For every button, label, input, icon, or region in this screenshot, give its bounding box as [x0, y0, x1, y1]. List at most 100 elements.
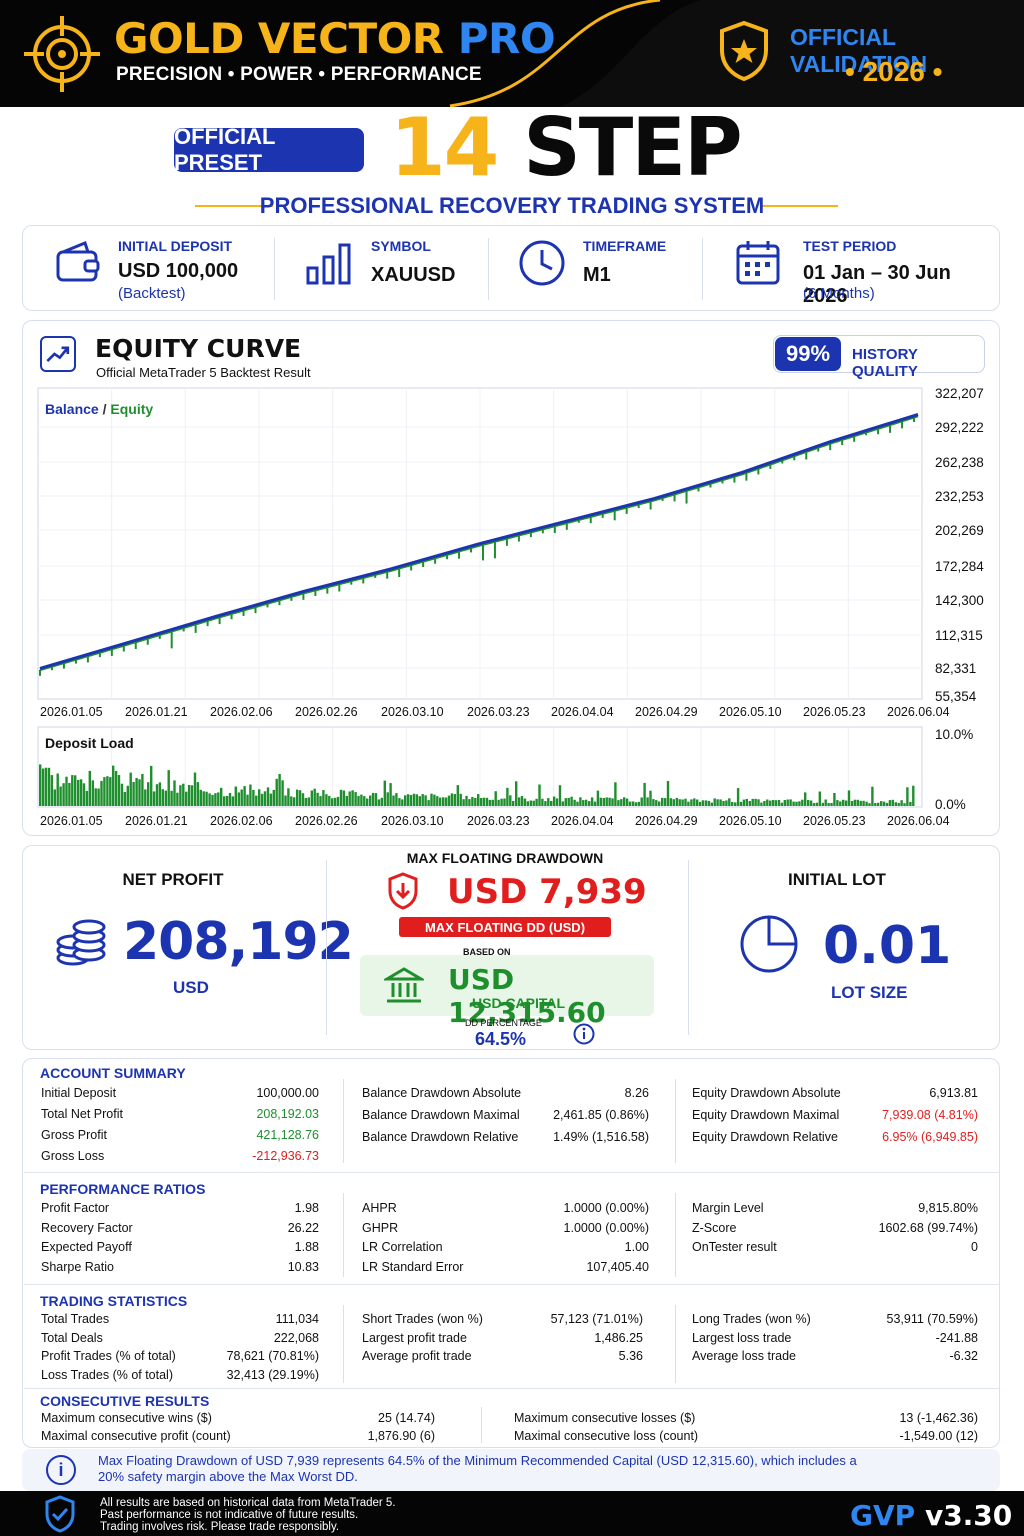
deposit-load-bar: [620, 799, 623, 806]
deposit-load-bar: [392, 795, 395, 806]
deposit-load-bar: [903, 803, 906, 806]
info-icon[interactable]: [573, 1023, 595, 1045]
deposit-load-bar: [722, 801, 725, 806]
deposit-load-bar: [909, 801, 912, 806]
stat-label: Loss Trades (% of total): [41, 1367, 174, 1382]
deposit-load-bar: [698, 801, 702, 806]
deposit-load-bar: [71, 775, 74, 806]
stat-value: 13 (-1,462.36): [899, 1411, 978, 1425]
deposit-load-bar: [684, 798, 687, 806]
stat-row: LR Correlation 1.00: [362, 1240, 649, 1256]
deposit-load-bar: [155, 784, 159, 806]
y-tick-label: 172,284: [935, 559, 984, 574]
deposit-load-bar: [316, 792, 319, 806]
stat-value: 2,461.85 (0.86%): [553, 1108, 649, 1122]
x-tick-label: 2026.06.04: [887, 814, 950, 828]
deposit-load-bar: [53, 789, 56, 806]
stat-row: Gross Loss -212,936.73: [41, 1149, 319, 1165]
stat-value: 57,123 (71.01%): [550, 1312, 643, 1326]
metrics-divider: [688, 860, 689, 1035]
key-metrics-panel: NET PROFIT 208,192 USD MAX FLOATING DRAW…: [22, 845, 1000, 1050]
deposit-load-bar: [39, 764, 42, 806]
deposit-load-bar: [526, 801, 529, 806]
deposit-load-bar: [386, 792, 389, 806]
deposit-load-bar: [217, 792, 220, 806]
deposit-load-bar: [164, 790, 167, 806]
deposit-load-bar: [263, 791, 267, 806]
deposit-load-bar: [865, 801, 868, 806]
initial-lot-title: INITIAL LOT: [788, 870, 886, 889]
deposit-load-bar: [506, 787, 509, 806]
deposit-load-bar: [509, 795, 512, 806]
deposit-load-bar: [561, 801, 565, 806]
clock-icon: [519, 240, 565, 286]
stat-value: 5.36: [618, 1349, 643, 1363]
deposit-load-bar: [395, 793, 398, 806]
deposit-load-bar: [147, 782, 150, 806]
calendar-icon: [736, 241, 780, 285]
deposit-load-bar: [725, 800, 728, 806]
stat-label: Balance Drawdown Absolute: [362, 1086, 522, 1100]
x-tick-label: 2026.05.23: [803, 814, 866, 828]
shield-star-icon: [720, 20, 768, 82]
stat-value: 7,939.08 (4.81%): [882, 1108, 978, 1122]
deposit-load-bar: [468, 799, 471, 806]
deposit-load-bar: [439, 797, 442, 806]
deposit-load-bar: [853, 799, 857, 806]
deposit-load-bar: [815, 802, 819, 806]
deposit-load-bar: [77, 779, 80, 806]
deposit-load-bar: [298, 790, 302, 806]
deposit-load-bar: [745, 798, 748, 806]
deposit-load-bar: [123, 792, 127, 806]
deposit-load-bar: [906, 787, 909, 806]
header-bar: GOLD VECTOR PRO PRECISION • POWER • PERF…: [0, 0, 1024, 107]
y-tick-label: 202,269: [935, 523, 984, 538]
deposit-load-bar: [380, 797, 383, 806]
stat-label: Largest profit trade: [362, 1330, 467, 1345]
y-tick-label: 82,331: [935, 661, 976, 676]
column-divider: [481, 1407, 482, 1443]
net-profit-unit: USD: [173, 978, 209, 997]
deposit-load-bar: [830, 803, 833, 806]
deposit-load-bar: [751, 798, 754, 806]
deposit-load-bar: [529, 800, 532, 806]
deposit-load-bar: [401, 799, 404, 806]
deposit-load-bar: [82, 783, 86, 806]
deposit-load-bar: [249, 784, 252, 806]
x-tick-label: 2026.04.29: [635, 814, 698, 828]
deposit-load-bar: [491, 799, 494, 806]
coins-stack-icon: [56, 919, 106, 966]
deposit-load-y-tick: 0.0%: [935, 797, 966, 812]
deposit-load-bar: [839, 801, 842, 806]
performance-ratios-title: PERFORMANCE RATIOS: [40, 1181, 206, 1197]
timeframe-label: TIMEFRAME: [583, 238, 667, 254]
stat-row: Short Trades (won %) 57,123 (71.01%): [362, 1312, 643, 1328]
y-tick-label: 112,315: [935, 628, 983, 643]
stat-row: Margin Level 9,815.80%: [692, 1201, 978, 1217]
legend-separator: /: [99, 401, 111, 417]
deposit-load-bar: [351, 790, 354, 806]
stat-value: 1,486.25: [594, 1330, 643, 1345]
deposit-load-bar: [771, 800, 775, 806]
deposit-load-bar: [225, 796, 229, 806]
stat-value: -241.88: [935, 1330, 978, 1345]
deposit-load-bar: [868, 803, 871, 806]
deposit-load-bar: [844, 800, 848, 806]
deposit-load-bar: [716, 799, 719, 806]
deposit-load-bar: [360, 794, 363, 806]
section-divider: [24, 1388, 1000, 1389]
stat-label: Average loss trade: [692, 1349, 796, 1363]
deposit-load-bar: [228, 793, 232, 806]
deposit-load-bar: [269, 793, 273, 806]
x-tick-label: 2026.01.05: [40, 814, 103, 828]
deposit-load-bar: [801, 799, 804, 806]
stat-value: 222,068: [273, 1330, 319, 1345]
deposit-load-bar: [643, 782, 646, 806]
deposit-load-bar: [117, 775, 121, 806]
deposit-load-bar: [383, 780, 386, 806]
deposit-load-bar: [193, 772, 197, 806]
footer-brand-name: GVP: [850, 1499, 916, 1532]
deposit-load-bar: [41, 768, 45, 806]
deposit-load-bar: [406, 794, 410, 806]
deposit-load-bar: [573, 799, 576, 806]
